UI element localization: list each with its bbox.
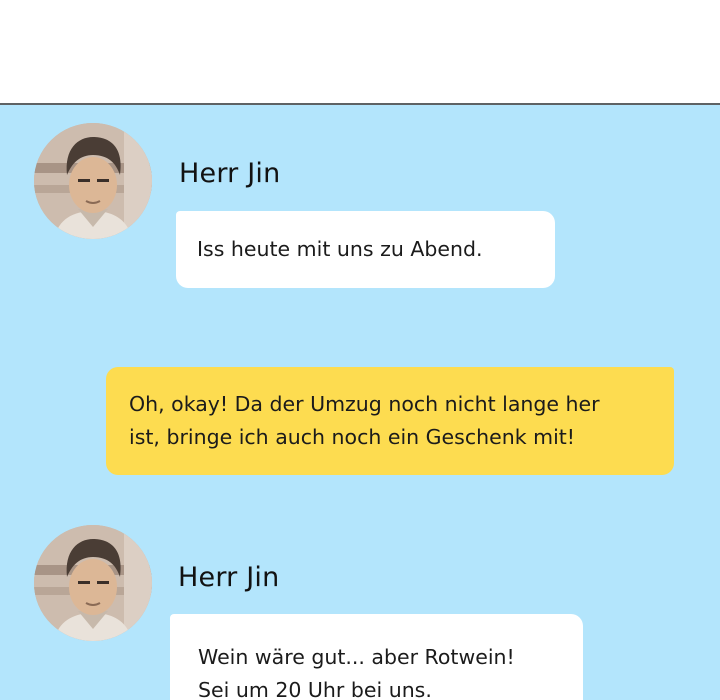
top-blank-area <box>0 0 720 103</box>
message-text-line: Sei um 20 Uhr bei uns. <box>198 678 432 700</box>
avatar[interactable] <box>34 525 152 641</box>
avatar[interactable] <box>34 123 152 239</box>
person-avatar-icon <box>34 123 152 239</box>
outgoing-message-bubble[interactable]: Oh, okay! Da der Umzug noch nicht lange … <box>106 367 674 475</box>
sender-name: Herr Jin <box>179 158 281 189</box>
message-text-line: Wein wäre gut... aber Rotwein! <box>198 645 515 669</box>
person-avatar-icon <box>34 525 152 641</box>
incoming-message-bubble[interactable]: Iss heute mit uns zu Abend. <box>176 211 555 288</box>
message-text-line: ist, bringe ich auch noch ein Geschenk m… <box>129 425 576 449</box>
incoming-message-bubble[interactable]: Wein wäre gut... aber Rotwein! Sei um 20… <box>170 614 583 700</box>
message-text-line: Oh, okay! Da der Umzug noch nicht lange … <box>129 392 600 416</box>
sender-name: Herr Jin <box>178 562 280 593</box>
message-text-line: Iss heute mit uns zu Abend. <box>197 237 483 261</box>
chat-area[interactable]: Herr Jin Iss heute mit uns zu Abend. Oh,… <box>0 105 720 700</box>
